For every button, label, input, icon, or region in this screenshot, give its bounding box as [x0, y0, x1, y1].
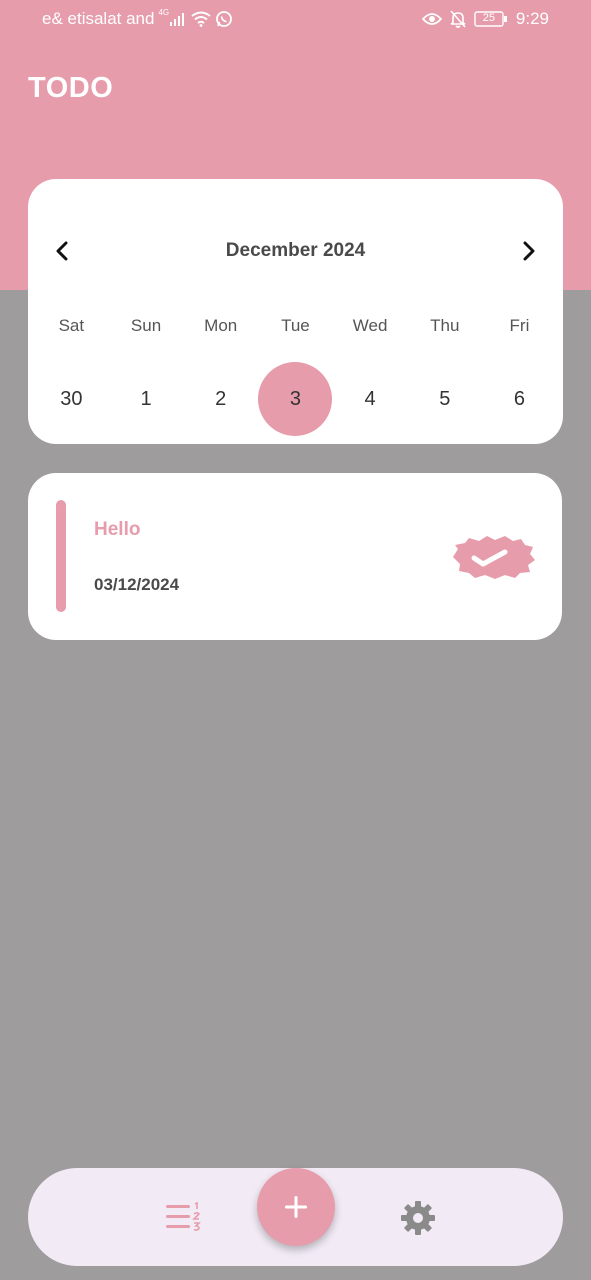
- network-type-label: 4G: [158, 8, 170, 17]
- check-badge-icon: [453, 536, 535, 579]
- task-card[interactable]: Hello 03/12/2024: [28, 473, 562, 640]
- date-number: 4: [364, 387, 376, 410]
- date-cell[interactable]: 4: [333, 362, 408, 436]
- date-cell[interactable]: 1: [109, 362, 184, 436]
- date-number: 5: [439, 387, 451, 410]
- next-month-button[interactable]: [517, 239, 539, 263]
- weekday-row: Sat Sun Mon Tue Wed Thu Fri: [34, 316, 557, 336]
- eye-icon: [421, 12, 442, 26]
- weekday-label: Sat: [58, 316, 85, 335]
- status-left: e& etisalat and 4G: [42, 8, 233, 29]
- weekday-label: Wed: [352, 316, 388, 335]
- date-number: 6: [513, 387, 526, 410]
- bell-muted-icon: [450, 10, 466, 28]
- date-number: 3: [289, 387, 301, 410]
- page-title: TODO: [28, 72, 114, 104]
- signal-icon: 4G: [158, 8, 187, 26]
- nav-settings-button[interactable]: [400, 1200, 436, 1236]
- date-cell[interactable]: 5: [407, 362, 482, 436]
- date-row: 30 1 2 3 4 5 6: [34, 362, 557, 436]
- clock: 9:29: [515, 9, 549, 28]
- status-right: 25 9:29: [421, 9, 549, 29]
- date-cell[interactable]: 2: [183, 362, 258, 436]
- ordered-list-icon: [166, 1201, 201, 1231]
- add-task-button[interactable]: [257, 1168, 335, 1246]
- date-number: 1: [140, 387, 152, 410]
- task-complete-toggle[interactable]: [449, 533, 537, 581]
- task-date: 03/12/2024: [94, 575, 180, 594]
- gear-icon: [401, 1201, 435, 1235]
- weekday-label: Sun: [130, 316, 162, 335]
- carrier-label: e& etisalat and: [42, 9, 155, 28]
- weekday-label: Mon: [204, 316, 238, 335]
- task-color-bar: [56, 500, 66, 612]
- plus-icon: [285, 1196, 307, 1218]
- weekday-label: Fri: [509, 316, 530, 335]
- date-cell[interactable]: 6: [482, 362, 557, 436]
- weekday-label: Tue: [281, 316, 310, 335]
- date-number: 30: [60, 387, 83, 410]
- wifi-icon: [191, 11, 211, 27]
- battery-icon: 25: [474, 11, 508, 27]
- whatsapp-icon: [215, 10, 233, 28]
- date-cell[interactable]: 30: [34, 362, 109, 436]
- date-cell-selected[interactable]: 3: [258, 362, 333, 436]
- calendar-card: December 2024 Sat Sun Mon Tue Wed Thu Fr…: [28, 179, 563, 444]
- chevron-right-icon: [523, 241, 535, 261]
- date-number: 2: [215, 387, 227, 410]
- task-title: Hello: [94, 519, 141, 540]
- battery-level: 25: [482, 12, 496, 24]
- status-bar: e& etisalat and 4G 25 9:29: [0, 0, 591, 40]
- month-label: December 2024: [225, 240, 366, 261]
- nav-tasks-list-button[interactable]: [166, 1201, 202, 1232]
- weekday-label: Thu: [430, 316, 460, 335]
